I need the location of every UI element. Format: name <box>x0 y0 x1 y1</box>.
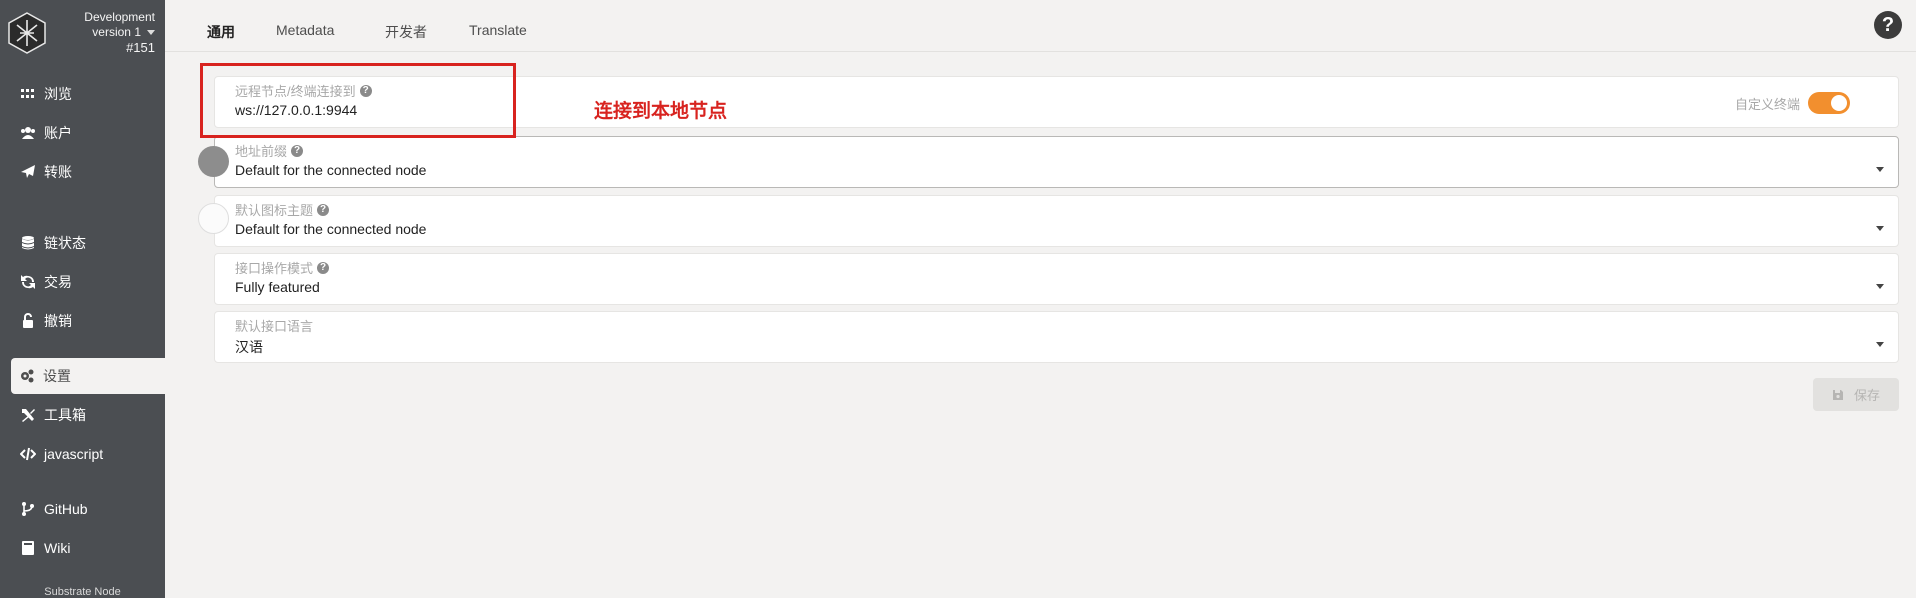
code-icon <box>20 447 36 461</box>
sidebar-item-label: 交易 <box>44 274 72 290</box>
sidebar-item-extrinsics[interactable]: 交易 <box>12 264 165 300</box>
sidebar-item-label: 浏览 <box>44 86 72 102</box>
chain-name: Development <box>84 10 155 24</box>
dropdown-caret-icon <box>1876 342 1884 347</box>
address-prefix-label: 地址前缀 <box>235 144 288 159</box>
sidebar-item-explorer[interactable]: 浏览 <box>12 76 165 112</box>
sync-icon <box>21 275 35 289</box>
sidebar-item-label: 设置 <box>43 368 71 384</box>
tab-metadata[interactable]: Metadata <box>276 22 334 38</box>
theme-identicon <box>198 203 229 234</box>
code-branch-icon <box>22 502 34 516</box>
icon-theme-dropdown[interactable]: 默认图标主题? Default for the connected node <box>214 195 1899 247</box>
question-circle-icon[interactable]: ? <box>291 144 304 157</box>
language-value: 汉语 <box>235 339 263 355</box>
tab-developer[interactable]: 开发者 <box>385 22 427 42</box>
question-circle-icon[interactable]: ? <box>317 203 330 216</box>
block-number: #151 <box>126 40 155 55</box>
sidebar-item-label: javascript <box>44 446 104 462</box>
annotation-highlight-box <box>200 63 516 138</box>
unlock-icon <box>23 313 33 328</box>
annotation-text: 连接到本地节点 <box>594 101 728 122</box>
th-icon <box>21 89 34 98</box>
sidebar-item-javascript[interactable]: javascript <box>12 436 165 472</box>
users-icon <box>21 127 35 139</box>
address-prefix-value: Default for the connected node <box>235 162 427 178</box>
sidebar-item-democracy[interactable]: 撤销 <box>12 303 165 339</box>
sidebar-item-toolbox[interactable]: 工具箱 <box>12 397 165 433</box>
chain-version: version 1 <box>92 25 141 39</box>
tab-general[interactable]: 通用 <box>207 22 235 42</box>
sidebar-item-settings[interactable]: 设置 <box>11 358 165 394</box>
address-prefix-dropdown[interactable]: 地址前缀? Default for the connected node <box>214 136 1899 188</box>
ui-mode-dropdown[interactable]: 接口操作模式? Fully featured <box>214 253 1899 305</box>
paper-plane-icon <box>21 165 35 178</box>
sidebar: Development version 1 #151 浏览 账户 转账 链状态 … <box>0 0 165 598</box>
sidebar-item-label: 转账 <box>44 164 72 180</box>
help-icon[interactable]: ? <box>1874 11 1902 39</box>
prefix-identicon <box>198 146 229 177</box>
icon-theme-label: 默认图标主题 <box>235 203 314 218</box>
book-icon <box>22 541 34 555</box>
ui-mode-label: 接口操作模式 <box>235 261 314 276</box>
chevron-down-icon <box>147 30 155 36</box>
sidebar-item-label: Wiki <box>44 540 71 556</box>
sidebar-item-transfer[interactable]: 转账 <box>12 154 165 190</box>
tab-translate[interactable]: Translate <box>469 22 527 38</box>
sidebar-item-wiki[interactable]: Wiki <box>12 530 165 566</box>
sidebar-item-github[interactable]: GitHub <box>12 491 165 527</box>
chain-selector[interactable]: Development version 1 #151 <box>84 10 155 55</box>
custom-endpoint-toggle[interactable] <box>1808 92 1850 114</box>
save-label: 保存 <box>1853 388 1880 403</box>
language-label: 默认接口语言 <box>235 319 314 334</box>
toggle-knob <box>1831 95 1847 111</box>
dropdown-caret-icon <box>1876 284 1884 289</box>
dropdown-caret-icon <box>1876 226 1884 231</box>
language-dropdown[interactable]: 默认接口语言 汉语 <box>214 311 1899 363</box>
custom-endpoint-label: 自定义终端 <box>1734 96 1800 112</box>
ui-mode-value: Fully featured <box>235 279 320 295</box>
sidebar-item-label: 账户 <box>44 125 72 141</box>
save-icon <box>1832 389 1843 400</box>
sidebar-item-label: 链状态 <box>44 235 86 251</box>
icon-theme-value: Default for the connected node <box>235 221 427 237</box>
sidebar-item-label: 工具箱 <box>44 407 86 423</box>
substrate-logo-icon <box>8 12 46 54</box>
sidebar-item-label: GitHub <box>44 501 88 517</box>
settings-tabs: 通用 Metadata 开发者 Translate ? <box>165 0 1916 52</box>
dropdown-caret-icon <box>1876 167 1884 172</box>
sidebar-item-label: 撤销 <box>44 313 72 329</box>
question-circle-icon[interactable]: ? <box>317 261 330 274</box>
sidebar-item-chainstate[interactable]: 链状态 <box>12 225 165 261</box>
tools-icon <box>22 409 35 422</box>
save-button[interactable]: 保存 <box>1813 378 1899 411</box>
database-icon <box>22 236 34 250</box>
cogs-icon <box>21 369 34 383</box>
sidebar-item-accounts[interactable]: 账户 <box>12 115 165 151</box>
sidebar-footer: Substrate Node <box>44 586 121 598</box>
